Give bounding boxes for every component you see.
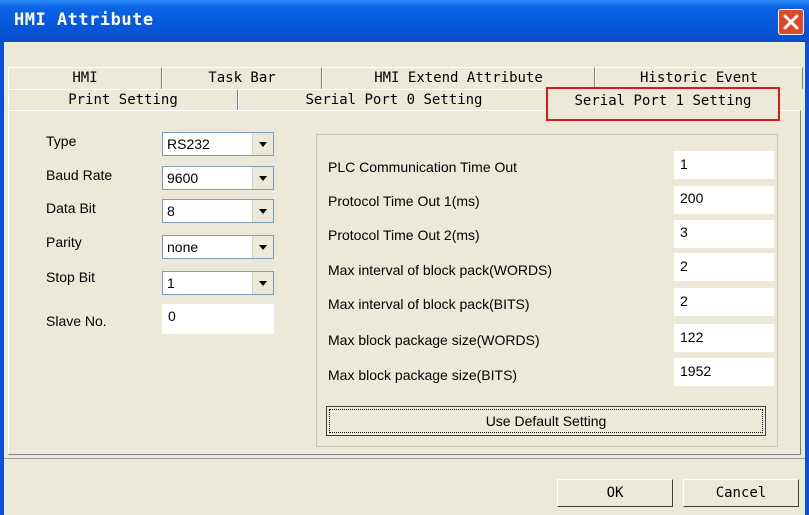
parity-label: Parity [46,234,82,250]
setting-value: 1952 [680,363,712,379]
max-block-size-words-input[interactable]: 122 [674,324,774,352]
max-interval-words-input[interactable]: 2 [674,253,774,281]
tab-label: HMI Extend Attribute [374,70,543,86]
setting-label: Max block package size(BITS) [328,367,518,383]
tab-serial-port-1-setting[interactable]: Serial Port 1 Setting [546,87,780,121]
max-block-size-bits-input[interactable]: 1952 [674,358,774,386]
setting-label: Max block package size(WORDS) [328,332,540,348]
chevron-down-icon [259,142,267,147]
plc-communication-timeout-input[interactable]: 1 [674,151,774,179]
button-label: Use Default Setting [485,413,607,429]
protocol-timeout-2-input[interactable]: 3 [674,220,774,248]
setting-value: 2 [680,258,688,274]
stop-bit-label: Stop Bit [46,269,96,285]
setting-label: Max interval of block pack(BITS) [328,296,530,312]
setting-label: Max interval of block pack(WORDS) [328,262,553,278]
setting-label: Protocol Time Out 1(ms) [328,193,480,209]
baud-rate-select[interactable]: 9600 [162,166,274,190]
type-label: Type [46,133,77,149]
type-select[interactable]: RS232 [162,132,274,156]
dialog-window: HMI Attribute HMI Task Bar HMI Extend At… [0,0,809,515]
tab-label: Task Bar [208,70,276,86]
chevron-down-icon [259,281,267,286]
stop-bit-value: 1 [167,275,175,291]
tab-label: Print Setting [68,92,178,108]
type-value: RS232 [167,136,210,152]
button-label: Cancel [715,485,767,501]
slave-no-input[interactable]: 0 [162,304,274,334]
button-label: OK [606,485,624,501]
dropdown-button[interactable] [252,167,273,189]
setting-value: 122 [680,329,704,345]
tab-serial-port-0-setting[interactable]: Serial Port 0 Setting [238,89,550,111]
setting-value: 2 [680,293,688,309]
dropdown-button[interactable] [252,236,273,258]
tab-hmi-extend-attribute[interactable]: HMI Extend Attribute [322,67,595,89]
protocol-timeout-1-input[interactable]: 200 [674,186,774,214]
tab-hmi[interactable]: HMI [8,67,162,89]
parity-value: none [167,239,199,255]
data-bit-select[interactable]: 8 [162,199,274,223]
tab-label: Serial Port 0 Setting [305,92,483,108]
max-interval-bits-input[interactable]: 2 [674,288,774,316]
chevron-down-icon [259,245,267,250]
dropdown-button[interactable] [252,200,273,222]
dialog-client-area: HMI Task Bar HMI Extend Attribute Histor… [4,42,805,515]
separator [4,458,805,459]
slave-no-value: 0 [168,308,176,324]
tab-task-bar[interactable]: Task Bar [162,67,322,89]
slave-no-label: Slave No. [46,313,107,329]
baud-rate-label: Baud Rate [46,167,113,183]
tab-print-setting[interactable]: Print Setting [8,89,238,111]
setting-label: Protocol Time Out 2(ms) [328,227,480,243]
setting-value: 200 [680,190,704,206]
baud-rate-value: 9600 [167,170,199,186]
use-default-setting-button[interactable]: Use Default Setting [326,406,766,436]
data-bit-label: Data Bit [46,200,96,216]
stop-bit-select[interactable]: 1 [162,271,274,295]
close-icon [783,14,799,30]
chevron-down-icon [259,209,267,214]
tab-label: HMI [72,70,98,86]
chevron-down-icon [259,176,267,181]
cancel-button[interactable]: Cancel [683,479,799,507]
dropdown-button[interactable] [252,133,273,155]
tab-label: Historic Event [639,70,758,86]
tab-historic-event[interactable]: Historic Event [595,67,803,89]
window-title: HMI Attribute [14,10,154,30]
data-bit-value: 8 [167,203,175,219]
title-bar[interactable]: HMI Attribute [0,0,809,42]
close-button[interactable] [778,9,804,35]
tab-label: Serial Port 1 Setting [574,93,752,109]
ok-button[interactable]: OK [557,479,673,507]
setting-value: 3 [680,224,688,240]
setting-label: PLC Communication Time Out [328,159,518,175]
dropdown-button[interactable] [252,272,273,294]
parity-select[interactable]: none [162,235,274,259]
setting-value: 1 [680,156,688,172]
